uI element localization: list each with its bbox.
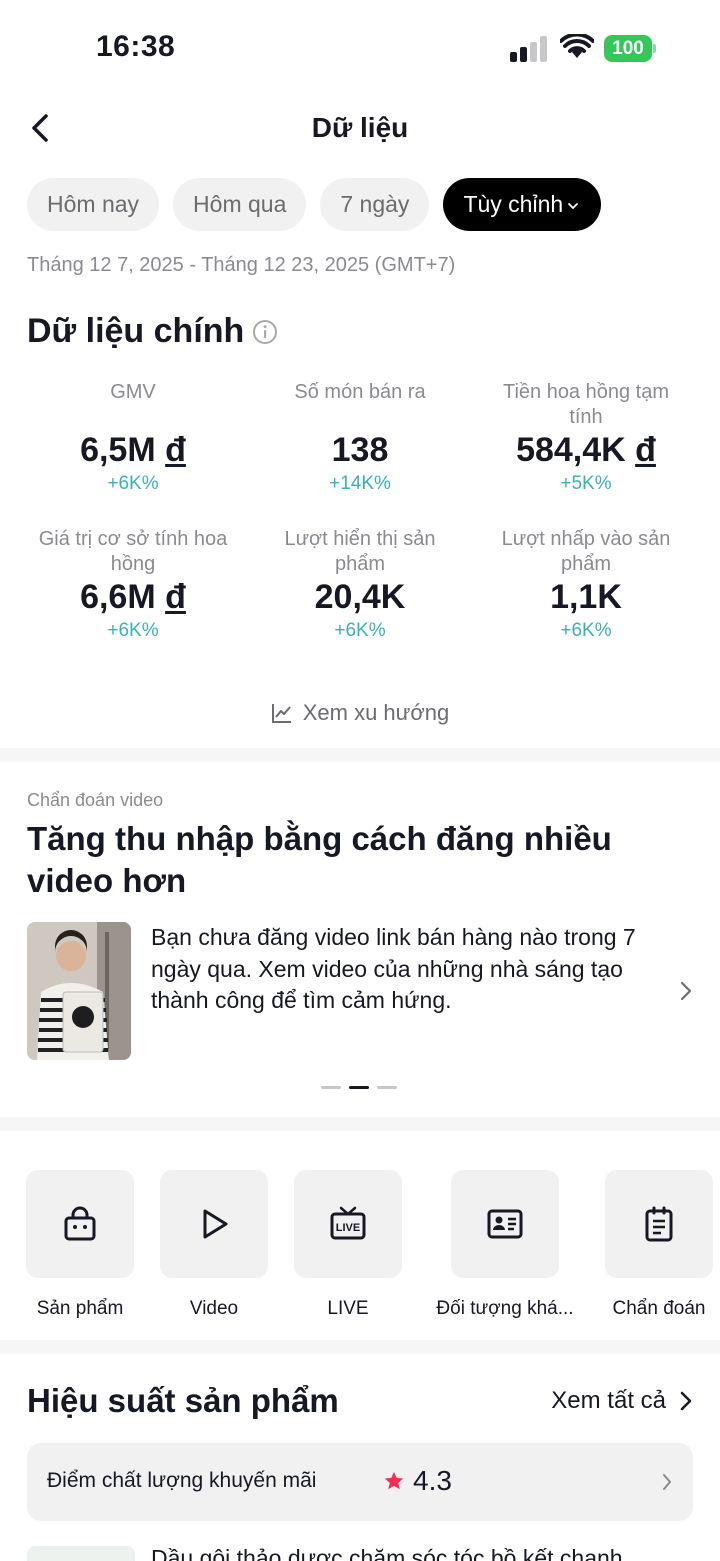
metric-value: 6,5M đ (80, 431, 186, 469)
clipboard-icon (645, 1206, 673, 1242)
metric-delta: +5K% (560, 473, 612, 494)
diagnosis-title: Tăng thu nhập bằng cách đăng nhiều video… (27, 820, 612, 899)
metric-gmv[interactable]: GMV 6,5M đ +6K% (33, 380, 233, 498)
see-all-link[interactable]: Xem tất cả (551, 1387, 694, 1415)
shortcut-label: Video (189, 1298, 239, 1319)
battery-indicator: 100 (604, 35, 656, 62)
pager-dot[interactable] (377, 1086, 397, 1089)
date-range-text: Tháng 12 7, 2025 - Tháng 12 23, 2025 (GM… (27, 254, 456, 276)
metric-product-impressions[interactable]: Lượt hiển thị sản phẩm 20,4K +6K% (260, 527, 460, 645)
metric-label: Giá trị cơ sở tính hoa hồng (38, 528, 228, 575)
shortcut-video[interactable]: Video (160, 1170, 268, 1320)
nav-bar: Dữ liệu (0, 100, 720, 156)
main-data-title: Dữ liệu chính (27, 312, 245, 350)
metric-label: Lượt hiển thị sản phẩm (284, 528, 436, 575)
section-divider (0, 1117, 720, 1131)
see-all-label: Xem tất cả (551, 1387, 666, 1414)
chevron-right-icon[interactable] (676, 978, 696, 1004)
metric-label: Tiền hoa hồng tạm tính (502, 381, 670, 428)
view-trend-link[interactable]: Xem xu hướng (0, 700, 720, 726)
product-performance-title: Hiệu suất sản phẩm (27, 1382, 339, 1419)
shortcut-label: Chẩn đoán (612, 1298, 706, 1319)
metric-product-clicks[interactable]: Lượt nhấp vào sản phẩm 1,1K +6K% (486, 527, 686, 645)
battery-level: 100 (604, 35, 652, 62)
pager-dot[interactable] (321, 1086, 341, 1089)
live-tv-icon: LIVE (330, 1206, 366, 1240)
main-data-heading: Dữ liệu chính (27, 312, 278, 351)
diagnosis-body: Bạn chưa đăng video link bán hàng nào tr… (151, 924, 636, 1013)
metric-delta: +14K% (329, 473, 391, 494)
chevron-right-icon (663, 1474, 671, 1490)
metric-value: 138 (331, 431, 389, 469)
shortcut-label: Sản phẩm (36, 1298, 124, 1319)
battery-cap (653, 44, 656, 53)
svg-text:LIVE: LIVE (336, 1222, 360, 1234)
line-chart-icon (271, 704, 291, 723)
section-divider (0, 748, 720, 762)
product-thumbnail[interactable] (27, 1546, 135, 1561)
creator-photo-image (27, 922, 131, 1060)
shortcut-icon-box (26, 1170, 134, 1278)
metric-label: GMV (110, 381, 156, 403)
metric-delta: +6K% (334, 620, 386, 641)
cellular-signal-icon (510, 36, 547, 62)
chip-today[interactable]: Hôm nay (27, 178, 160, 231)
metric-value: 1,1K (550, 578, 622, 616)
diagnosis-label: Chẩn đoán video (27, 790, 164, 810)
status-time: 16:38 (96, 30, 176, 63)
wifi-icon (560, 34, 594, 58)
metric-est-commission[interactable]: Tiền hoa hồng tạm tính 584,4K đ +5K% (486, 380, 686, 498)
diagnosis-thumbnail[interactable] (27, 922, 131, 1060)
shortcut-icon-box (605, 1170, 713, 1278)
pager-dot-active[interactable] (349, 1086, 369, 1089)
carousel-pager (321, 1086, 397, 1089)
metric-delta: +6K% (107, 620, 159, 641)
shortcut-live[interactable]: LIVE LIVE (294, 1170, 402, 1320)
product-name[interactable]: Dầu gội thảo dược chăm sóc tóc bồ kết ch… (151, 1545, 691, 1561)
shortcut-icon-box: LIVE (294, 1170, 402, 1278)
chevron-right-icon (680, 1391, 692, 1411)
status-bar: 16:38 100 (0, 0, 720, 96)
metric-value: 20,4K (314, 578, 406, 616)
chip-7-days[interactable]: 7 ngày (320, 178, 430, 231)
metric-delta: +6K% (107, 473, 159, 494)
chip-yesterday[interactable]: Hôm qua (173, 178, 307, 231)
view-trend-label: Xem xu hướng (302, 700, 450, 725)
promo-quality-score: 4.3 (413, 1465, 452, 1496)
metric-label: Lượt nhấp vào sản phẩm (501, 528, 671, 575)
metric-value: 6,6M đ (80, 578, 186, 616)
shortcut-label: LIVE (327, 1298, 369, 1319)
chevron-down-icon (568, 203, 579, 210)
chip-custom[interactable]: Tùy chỉnh (443, 178, 602, 231)
metric-delta: +6K% (560, 620, 612, 641)
star-icon (384, 1471, 404, 1490)
id-card-icon (487, 1209, 523, 1239)
info-icon[interactable] (252, 319, 278, 345)
page-title: Dữ liệu (311, 112, 409, 143)
promo-quality-label: Điểm chất lượng khuyến mãi (47, 1469, 317, 1492)
metric-label: Số món bán ra (294, 381, 426, 403)
date-filter-chips: Hôm nay Hôm qua 7 ngày Tùy chỉnh (27, 178, 602, 231)
play-icon (203, 1209, 228, 1239)
section-divider (0, 1340, 720, 1354)
chip-custom-label: Tùy chỉnh (463, 191, 564, 217)
shopping-bag-icon (64, 1206, 96, 1241)
promo-quality-score-card[interactable]: Điểm chất lượng khuyến mãi 4.3 (27, 1443, 693, 1521)
metric-items-sold[interactable]: Số món bán ra 138 +14K% (260, 380, 460, 498)
shortcut-icon-box (160, 1170, 268, 1278)
metric-commission-base[interactable]: Giá trị cơ sở tính hoa hồng 6,6M đ +6K% (33, 527, 233, 645)
shortcut-diagnosis[interactable]: Chẩn đoán (605, 1170, 713, 1320)
shortcut-label: Đối tượng khá... (436, 1298, 574, 1319)
metric-value: 584,4K đ (516, 431, 656, 469)
shortcut-audience[interactable]: Đối tượng khá... (426, 1170, 584, 1320)
shortcut-products[interactable]: Sản phẩm (26, 1170, 134, 1320)
shortcut-icon-box (451, 1170, 559, 1278)
